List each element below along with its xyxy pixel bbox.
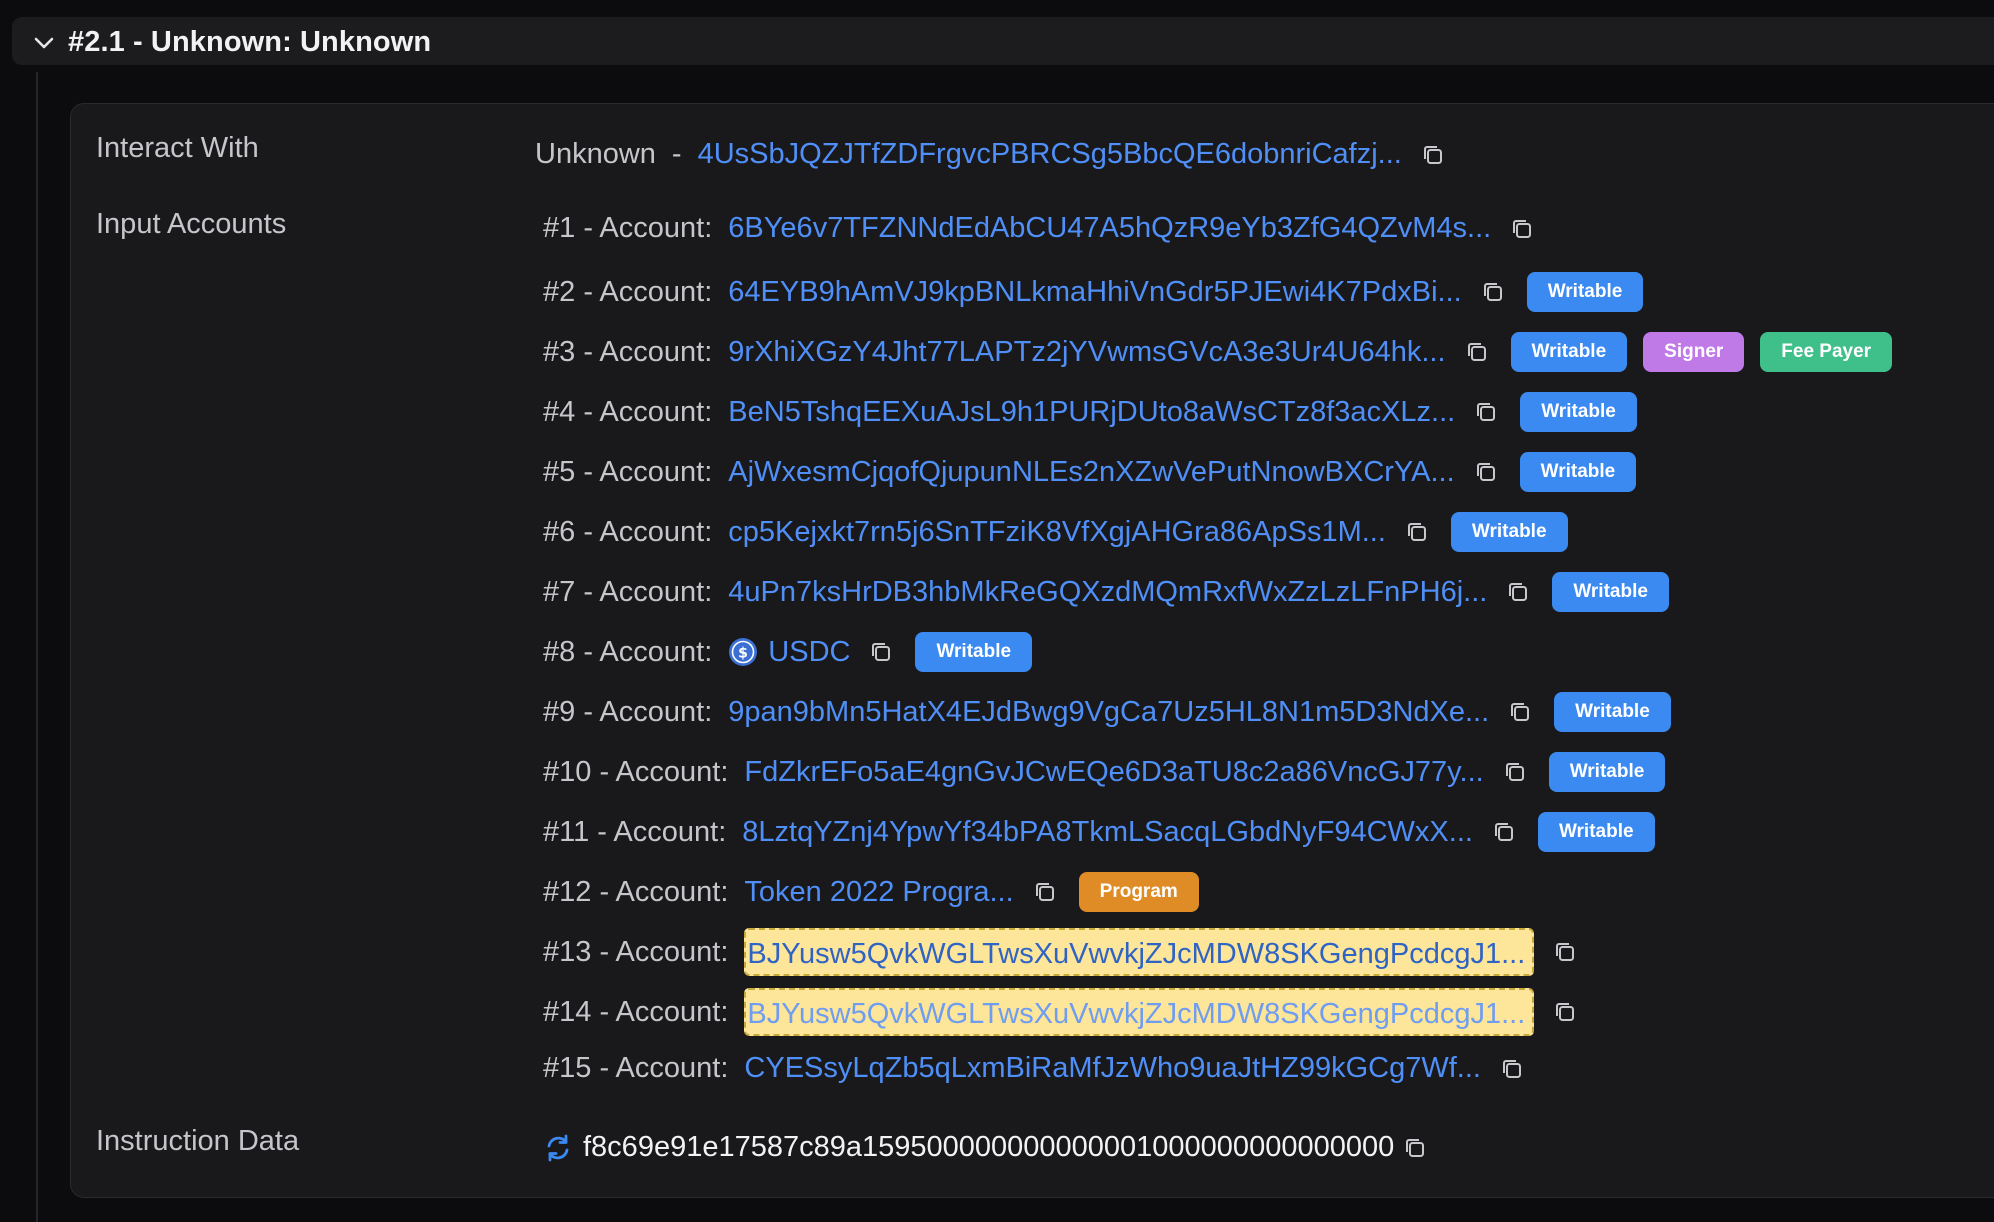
- account-row-5: #5 - Account: AjWxesmCjqofQjupunNLEs2nXZ…: [543, 452, 1637, 492]
- account-index: #6 - Account:: [543, 515, 713, 548]
- copy-icon[interactable]: [1507, 699, 1533, 725]
- instruction-data-label: Instruction Data: [96, 1125, 300, 1157]
- account-index: #13 - Account:: [543, 935, 729, 968]
- writable-badge: Writable: [1450, 512, 1568, 552]
- section-header[interactable]: #2.1 - Unknown: Unknown: [12, 17, 1994, 65]
- highlighted-account-address-link[interactable]: BJYusw5QvkWGLTwsXuVwvkjZJcMDW8SKGengPcdc…: [744, 928, 1535, 976]
- writable-badge: Writable: [1510, 332, 1628, 372]
- program-name: Unknown: [535, 138, 656, 170]
- copy-icon[interactable]: [1480, 279, 1506, 305]
- fee-payer-badge: Fee Payer: [1760, 332, 1893, 372]
- refresh-icon[interactable]: [543, 1133, 573, 1163]
- writable-badge: Writable: [1537, 812, 1655, 852]
- account-address-link[interactable]: FdZkrEFo5aE4gnGvJCwEQe6D3aTU8c2a86VncGJ7…: [744, 756, 1483, 789]
- account-row-15: #15 - Account: CYESsyLqZb5qLxmBiRaMfJzWh…: [543, 1052, 1525, 1085]
- chevron-down-icon[interactable]: [32, 31, 56, 55]
- program-link[interactable]: Token 2022 Progra...: [744, 876, 1013, 909]
- tree-rail: [36, 72, 38, 1222]
- writable-badge: Writable: [1548, 752, 1666, 792]
- account-address-link[interactable]: cp5Kejxkt7rn5j6SnTFziK8VfXgjAHGra86ApSs1…: [728, 516, 1386, 549]
- account-address-link[interactable]: 9pan9bMn5HatX4EJdBwg9VgCa7Uz5HL8N1m5D3Nd…: [728, 696, 1489, 729]
- copy-icon[interactable]: [1402, 1135, 1428, 1161]
- account-index: #14 - Account:: [543, 995, 729, 1028]
- account-address-link[interactable]: 6BYe6v7TFZNNdEdAbCU47A5hQzR9eYb3ZfG4QZvM…: [728, 212, 1491, 245]
- account-row-6: #6 - Account: cp5Kejxkt7rn5j6SnTFziK8VfX…: [543, 512, 1568, 552]
- account-row-13: #13 - Account: BJYusw5QvkWGLTwsXuVwvkjZJ…: [543, 928, 1578, 976]
- copy-icon[interactable]: [1473, 459, 1499, 485]
- interact-with-label: Interact With: [96, 132, 259, 164]
- account-index: #11 - Account:: [543, 815, 727, 848]
- copy-icon[interactable]: [1502, 759, 1528, 785]
- account-index: #3 - Account:: [543, 335, 713, 368]
- account-address-link[interactable]: 64EYB9hAmVJ9kpBNLkmaHhiVnGdr5PJEwi4K7Pdx…: [728, 276, 1461, 309]
- account-index: #15 - Account:: [543, 1052, 729, 1084]
- account-row-7: #7 - Account: 4uPn7ksHrDB3hbMkReGQXzdMQm…: [543, 572, 1669, 612]
- copy-icon[interactable]: [1473, 399, 1499, 425]
- program-address-link[interactable]: 4UsSbJQZJTfZDFrgvcPBRCSg5BbcQE6dobnriCaf…: [698, 138, 1402, 171]
- copy-icon[interactable]: [868, 639, 894, 665]
- copy-icon[interactable]: [1509, 216, 1535, 242]
- account-index: #5 - Account:: [543, 455, 713, 488]
- account-row-9: #9 - Account: 9pan9bMn5HatX4EJdBwg9VgCa7…: [543, 692, 1671, 732]
- instruction-data-row: f8c69e91e17587c89a1595000000000000010000…: [543, 1131, 1428, 1164]
- copy-icon[interactable]: [1499, 1056, 1525, 1082]
- account-row-8: #8 - Account: $ USDC Writable: [543, 632, 1033, 672]
- writable-badge: Writable: [1520, 392, 1637, 432]
- writable-badge: Writable: [1554, 692, 1671, 732]
- svg-text:$: $: [738, 646, 748, 662]
- account-index: #9 - Account:: [543, 695, 713, 728]
- writable-badge: Writable: [915, 632, 1033, 672]
- account-index: #2 - Account:: [543, 275, 713, 308]
- account-row-2: #2 - Account: 64EYB9hAmVJ9kpBNLkmaHhiVnG…: [543, 272, 1644, 312]
- account-row-1: #1 - Account: 6BYe6v7TFZNNdEdAbCU47A5hQz…: [543, 212, 1535, 245]
- account-index: #1 - Account:: [543, 212, 713, 244]
- copy-icon[interactable]: [1404, 519, 1430, 545]
- account-row-12: #12 - Account: Token 2022 Progra... Prog…: [543, 872, 1199, 912]
- section-title: #2.1 - Unknown: Unknown: [68, 26, 432, 58]
- interact-with-row: Unknown - 4UsSbJQZJTfZDFrgvcPBRCSg5BbcQE…: [535, 138, 1446, 171]
- signer-badge: Signer: [1643, 332, 1745, 372]
- highlighted-account-address-link[interactable]: BJYusw5QvkWGLTwsXuVwvkjZJcMDW8SKGengPcdc…: [744, 988, 1535, 1036]
- account-index: #8 - Account:: [543, 635, 713, 668]
- token-link[interactable]: USDC: [768, 636, 850, 669]
- copy-icon[interactable]: [1032, 879, 1058, 905]
- copy-icon[interactable]: [1552, 939, 1578, 965]
- account-address-link[interactable]: AjWxesmCjqofQjupunNLEs2nXZwVePutNnowBXCr…: [728, 456, 1454, 489]
- usdc-icon: $: [728, 637, 758, 667]
- copy-icon[interactable]: [1505, 579, 1531, 605]
- copy-icon[interactable]: [1491, 819, 1517, 845]
- account-address-link[interactable]: 8LztqYZnj4YpwYf34bPA8TkmLSacqLGbdNyF94CW…: [742, 816, 1473, 849]
- account-row-3: #3 - Account: 9rXhiXGzY4Jht77LAPTz2jYVwm…: [543, 332, 1893, 372]
- account-address-link[interactable]: 4uPn7ksHrDB3hbMkReGQXzdMQmRxfWxZzLzLFnPH…: [728, 576, 1487, 609]
- account-index: #7 - Account:: [543, 575, 713, 608]
- writable-badge: Writable: [1519, 452, 1637, 492]
- separator: -: [671, 138, 682, 170]
- input-accounts-label: Input Accounts: [96, 208, 287, 240]
- account-index: #12 - Account:: [543, 875, 729, 908]
- copy-icon[interactable]: [1420, 142, 1446, 168]
- account-row-10: #10 - Account: FdZkrEFo5aE4gnGvJCwEQe6D3…: [543, 752, 1666, 792]
- account-index: #4 - Account:: [543, 395, 713, 428]
- copy-icon[interactable]: [1464, 339, 1490, 365]
- account-row-14: #14 - Account: BJYusw5QvkWGLTwsXuVwvkjZJ…: [543, 988, 1578, 1036]
- program-badge: Program: [1078, 872, 1199, 912]
- writable-badge: Writable: [1526, 272, 1644, 312]
- account-row-11: #11 - Account: 8LztqYZnj4YpwYf34bPA8TkmL…: [543, 812, 1655, 852]
- writable-badge: Writable: [1552, 572, 1669, 612]
- account-address-link[interactable]: 9rXhiXGzY4Jht77LAPTz2jYVwmsGVcA3e3Ur4U64…: [728, 336, 1445, 369]
- instruction-data-hex: f8c69e91e17587c89a1595000000000000010000…: [583, 1131, 1395, 1163]
- account-index: #10 - Account:: [543, 755, 729, 788]
- account-row-4: #4 - Account: BeN5TshqEEXuAJsL9h1PURjDUt…: [543, 392, 1637, 432]
- account-address-link[interactable]: BeN5TshqEEXuAJsL9h1PURjDUto8aWsCTz8f3acX…: [728, 396, 1455, 429]
- copy-icon[interactable]: [1552, 999, 1578, 1025]
- account-address-link[interactable]: CYESsyLqZb5qLxmBiRaMfJzWho9uaJtHZ99kGCg7…: [744, 1052, 1481, 1085]
